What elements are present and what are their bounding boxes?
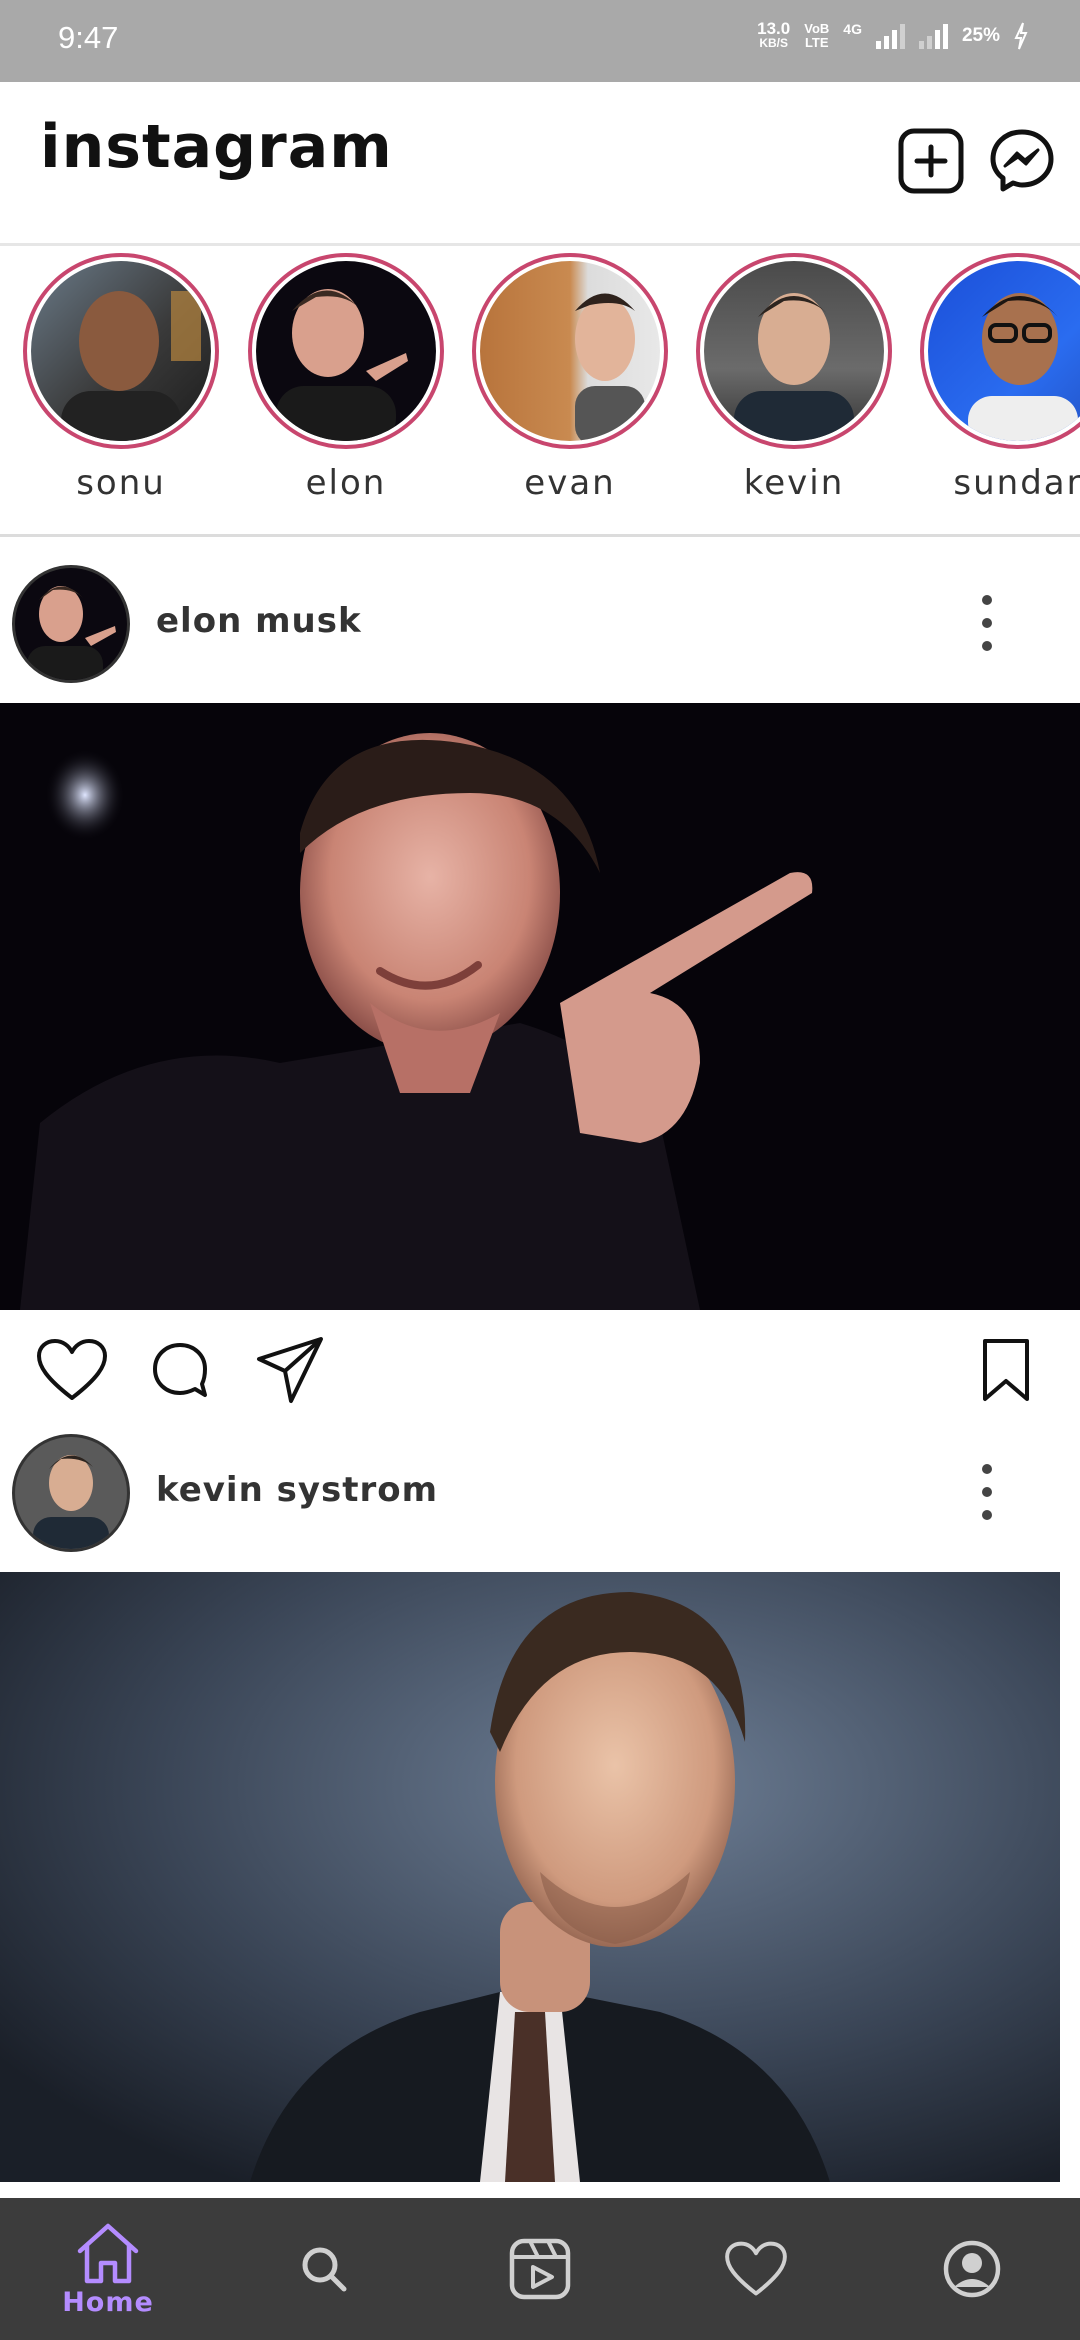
instagram-logo: instagram [40, 112, 393, 182]
header-divider [0, 243, 1080, 246]
profile-icon [943, 2240, 1001, 2298]
post-header: kevin systrom [0, 1406, 1080, 1572]
story-ring [23, 253, 219, 449]
story-ring [696, 253, 892, 449]
story-item[interactable]: kevin [696, 253, 892, 503]
story-avatar [31, 261, 211, 441]
plus-square-icon [898, 128, 964, 194]
nav-profile[interactable] [892, 2198, 1052, 2340]
status-bar: 9:47 13.0 KB/S VoB LTE 4G 25% [0, 0, 1080, 82]
post-avatar[interactable] [12, 1434, 130, 1552]
post-username[interactable]: kevin systrom [156, 1470, 438, 1510]
story-item[interactable]: sundar [920, 253, 1080, 503]
volte-top: VoB [804, 21, 830, 36]
story-label: elon [305, 463, 387, 503]
nav-reels[interactable] [460, 2198, 620, 2340]
battery-percent: 25% [961, 25, 1000, 46]
status-indicators: 13.0 KB/S VoB LTE 4G 25% [757, 19, 1028, 50]
story-ring [472, 253, 668, 449]
nav-activity[interactable] [676, 2198, 836, 2340]
story-label: evan [524, 463, 616, 503]
post-image[interactable] [0, 1572, 1060, 2182]
story-avatar [480, 261, 660, 441]
volte-indicator: VoB LTE [804, 22, 829, 50]
home-icon [77, 2223, 139, 2283]
search-icon [302, 2247, 347, 2292]
messenger-icon [990, 129, 1054, 192]
bottom-navigation: Home [0, 2198, 1080, 2340]
bookmark-icon [983, 1339, 1029, 1401]
nav-home-label: Home [62, 2286, 154, 2318]
story-item[interactable]: sonu [23, 253, 219, 503]
story-item[interactable]: evan [472, 253, 668, 503]
nav-home[interactable]: Home [28, 2198, 188, 2340]
post-username[interactable]: elon musk [156, 601, 362, 641]
save-button[interactable] [968, 1332, 1044, 1408]
story-item[interactable]: elon [248, 253, 444, 503]
post-header: elon musk [0, 537, 1080, 703]
comment-icon [153, 1343, 207, 1397]
nav-search[interactable] [244, 2198, 404, 2340]
post-image[interactable] [0, 703, 1080, 1310]
story-avatar [704, 261, 884, 441]
heart-icon [37, 1339, 107, 1400]
post-options-button[interactable] [972, 595, 1002, 651]
post-options-button[interactable] [972, 1464, 1002, 1520]
story-label: kevin [743, 463, 845, 503]
story-avatar [256, 261, 436, 441]
network-speed-value: 13.0 [757, 19, 791, 38]
story-ring [920, 253, 1080, 449]
stories-row: sonu elon evan kevin sundar [0, 250, 1080, 534]
share-button[interactable] [252, 1332, 328, 1408]
story-avatar [928, 261, 1080, 441]
app-header: instagram [0, 82, 1080, 244]
messenger-button[interactable] [989, 128, 1055, 194]
volte-bottom: LTE [804, 35, 829, 50]
network-type: 4G [843, 21, 862, 37]
network-speed-unit: KB/S [759, 36, 789, 50]
signal-icon [875, 23, 905, 49]
story-label: sonu [76, 463, 166, 503]
add-post-button[interactable] [898, 128, 964, 194]
network-speed: 13.0 KB/S [757, 19, 791, 50]
post-avatar[interactable] [12, 565, 130, 683]
reels-icon [509, 2238, 571, 2300]
story-label: sundar [953, 463, 1080, 503]
charging-icon [1014, 22, 1028, 50]
heart-icon [725, 2241, 787, 2296]
like-button[interactable] [34, 1332, 110, 1408]
story-ring [248, 253, 444, 449]
comment-button[interactable] [142, 1332, 218, 1408]
send-icon [257, 1337, 323, 1403]
signal-icon-2 [918, 23, 948, 49]
status-time: 9:47 [58, 20, 119, 55]
